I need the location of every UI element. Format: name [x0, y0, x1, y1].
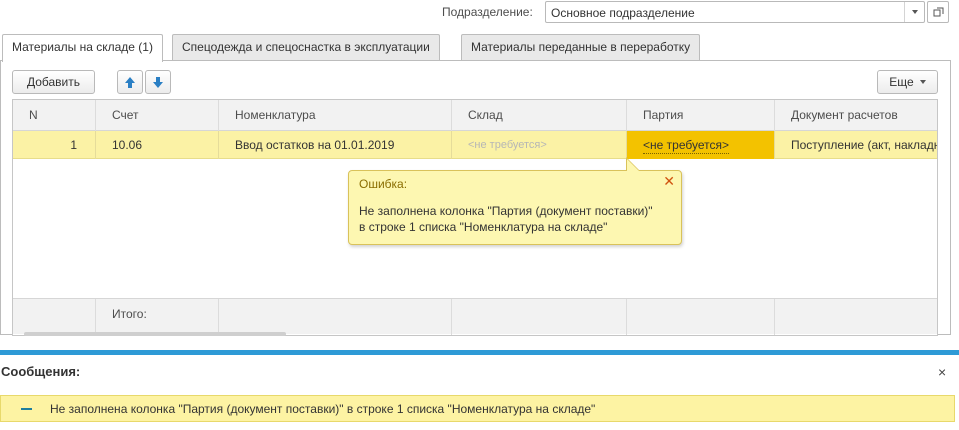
- more-label: Еще: [889, 75, 914, 89]
- table-row[interactable]: 1 10.06 Ввод остатков на 01.01.2019 <не …: [13, 131, 937, 159]
- move-down-button[interactable]: [145, 70, 171, 94]
- message-item[interactable]: Не заполнена колонка "Партия (документ п…: [0, 395, 955, 422]
- error-text: Не заполнена колонка "Партия (документ п…: [359, 203, 677, 235]
- department-field[interactable]: Основное подразделение: [545, 1, 925, 23]
- error-balloon: Ошибка: ✕ Не заполнена колонка "Партия (…: [348, 170, 682, 245]
- table-header: N Счет Номенклатура Склад Партия Докумен…: [13, 100, 937, 131]
- error-title: Ошибка:: [359, 177, 408, 191]
- table-footer: Итого:: [13, 298, 937, 335]
- footer-cell: [13, 299, 96, 335]
- column-header-settlement-doc[interactable]: Документ расчетов: [775, 100, 937, 131]
- error-line-2: в строке 1 списка "Номенклатура на склад…: [359, 220, 608, 234]
- messages-divider[interactable]: [0, 350, 959, 355]
- department-value: Основное подразделение: [551, 6, 695, 20]
- cell-warehouse[interactable]: <не требуется>: [452, 131, 627, 159]
- footer-total-label: Итого:: [96, 299, 219, 335]
- close-messages-icon[interactable]: ×: [938, 364, 946, 380]
- add-button[interactable]: Добавить: [12, 70, 95, 94]
- arrow-down-icon: [153, 76, 163, 88]
- open-form-icon[interactable]: [927, 1, 949, 23]
- footer-cell: [775, 299, 937, 335]
- arrow-up-icon: [125, 76, 135, 88]
- column-header-warehouse[interactable]: Склад: [452, 100, 627, 131]
- tab-workwear[interactable]: Спецодежда и спецоснастка в эксплуатации: [172, 34, 440, 60]
- message-text: Не заполнена колонка "Партия (документ п…: [50, 402, 596, 416]
- close-icon[interactable]: ✕: [663, 173, 675, 190]
- footer-cell: [627, 299, 775, 335]
- message-marker-icon: [21, 408, 32, 410]
- tab-materials-in-stock[interactable]: Материалы на складе (1): [2, 34, 163, 62]
- footer-cell: [219, 299, 452, 335]
- column-header-nomenclature[interactable]: Номенклатура: [219, 100, 452, 131]
- balloon-pointer-fill: [627, 159, 639, 171]
- department-label: Подразделение:: [442, 5, 533, 19]
- move-up-button[interactable]: [117, 70, 143, 94]
- messages-title: Сообщения:: [1, 364, 81, 379]
- more-button[interactable]: Еще: [877, 70, 938, 94]
- horizontal-scrollbar[interactable]: [24, 332, 286, 336]
- cell-batch[interactable]: <не требуется>: [627, 131, 775, 159]
- column-header-account[interactable]: Счет: [96, 100, 219, 131]
- column-header-batch[interactable]: Партия: [627, 100, 775, 131]
- cell-settlement-doc[interactable]: Поступление (акт, накладная: [775, 131, 937, 159]
- dropdown-arrow-icon[interactable]: [904, 2, 924, 22]
- footer-cell: [452, 299, 627, 335]
- tab-materials-processing[interactable]: Материалы переданные в переработку: [461, 34, 701, 60]
- column-header-n[interactable]: N: [13, 100, 96, 131]
- tab-bar: Материалы на складе (1) Спецодежда и спе…: [0, 34, 959, 62]
- cell-batch-value: <не требуется>: [643, 138, 729, 154]
- cell-n[interactable]: 1: [13, 131, 96, 159]
- cell-account[interactable]: 10.06: [96, 131, 219, 159]
- error-line-1: Не заполнена колонка "Партия (документ п…: [359, 204, 653, 218]
- cell-nomenclature[interactable]: Ввод остатков на 01.01.2019: [219, 131, 452, 159]
- chevron-down-icon: [919, 80, 926, 84]
